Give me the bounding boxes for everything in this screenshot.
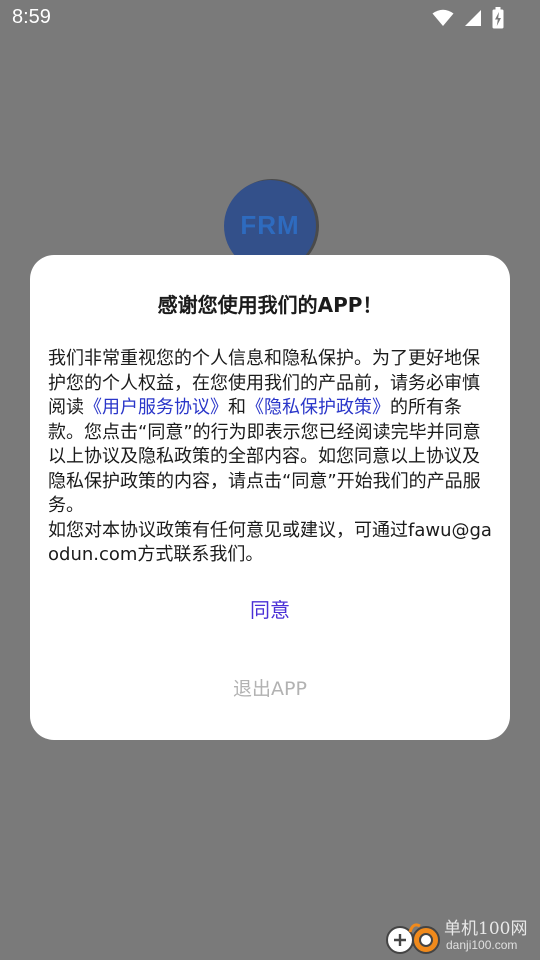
user-service-agreement-link[interactable]: 《用户服务协议》 (84, 397, 228, 418)
status-icons (432, 7, 504, 29)
battery-charging-icon (492, 7, 504, 29)
body-text-2: 和 (228, 397, 246, 418)
watermark-logo-icon (386, 923, 440, 954)
wifi-icon (432, 9, 454, 26)
privacy-policy-link[interactable]: 《隐私保护政策》 (246, 397, 390, 418)
exit-app-button[interactable]: 退出APP (170, 669, 370, 709)
body-text-4: 如您对本协议政策有任何意见或建议，可通过fawu@gaodun.com方式联系我… (48, 519, 492, 566)
dialog-body: 我们非常重视您的个人信息和隐私保护。为了更好地保护您的个人权益，在您使用我们的产… (48, 347, 492, 568)
status-time: 8:59 (12, 6, 51, 28)
watermark-title: 单机100网 (444, 919, 528, 939)
watermark: 单机100网 danji100.com (386, 914, 536, 958)
logo-text: FRM (240, 210, 300, 240)
signal-icon (465, 10, 481, 26)
privacy-dialog: 感谢您使用我们的APP！ 我们非常重视您的个人信息和隐私保护。为了更好地保护您的… (30, 255, 510, 740)
agree-button[interactable]: 同意 (170, 590, 370, 630)
watermark-url: danji100.com (446, 938, 518, 952)
status-bar: 8:59 (0, 0, 540, 36)
dialog-title: 感谢您使用我们的APP！ (157, 293, 383, 317)
